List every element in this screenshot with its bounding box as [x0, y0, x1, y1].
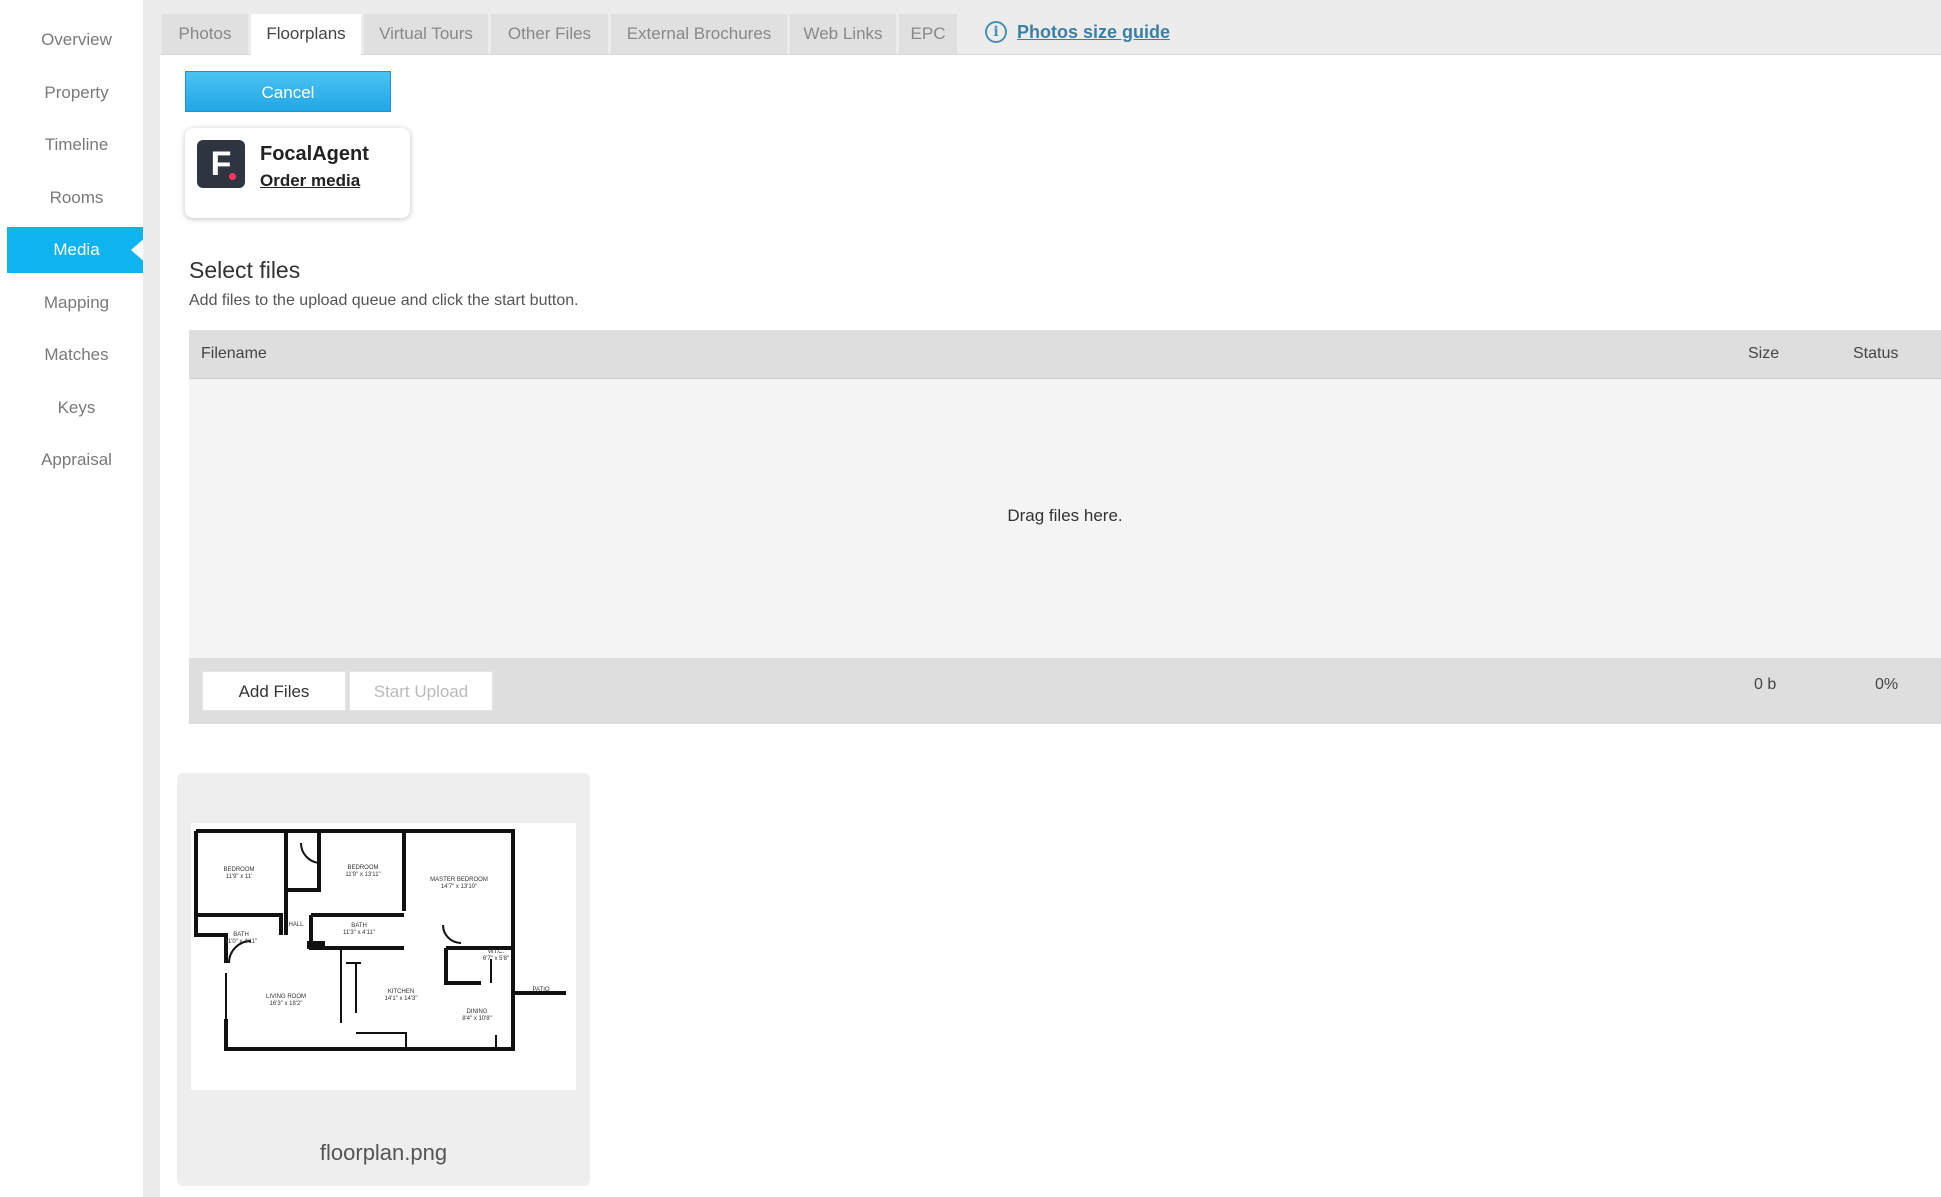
sidebar-item-appraisal[interactable]: Appraisal [7, 437, 146, 483]
room-label-patio: PATIO [532, 987, 549, 993]
sidebar-nav: Overview Property Timeline Rooms Media M… [0, 0, 147, 1197]
info-icon: i [985, 21, 1007, 43]
column-filename: Filename [201, 345, 267, 362]
sidebar-item-overview[interactable]: Overview [7, 17, 146, 63]
room-label-wic: W.I.C. [488, 949, 505, 955]
room-dim-dining: 8'4" x 10'8" [462, 1016, 492, 1022]
room-dim-bath-2: 11'0" x 4'11" [225, 939, 257, 945]
focalagent-logo-icon: F [197, 140, 245, 188]
room-label-master-bedroom: MASTER BEDROOM [430, 877, 488, 883]
photos-size-guide[interactable]: i Photos size guide [985, 18, 1170, 46]
room-label-living-room: LIVING ROOM [266, 994, 306, 1000]
total-percent: 0% [1875, 676, 1899, 693]
tab-virtual-tours[interactable]: Virtual Tours [364, 14, 488, 54]
room-label-bedroom-1: BEDROOM [223, 867, 254, 873]
focalagent-card: F FocalAgent Order media [185, 128, 410, 218]
room-dim-bedroom-1: 11'9" x 11' [226, 874, 253, 880]
upload-table-footer: Add Files Start Upload 0 b 0% [189, 658, 1941, 724]
drop-hint: Drag files here. [1007, 506, 1123, 525]
tab-photos[interactable]: Photos [162, 14, 248, 54]
tab-epc[interactable]: EPC [899, 14, 957, 54]
column-size: Size [1748, 345, 1780, 362]
start-upload-button[interactable]: Start Upload [349, 671, 493, 711]
room-dim-master-bedroom: 14'7" x 13'10" [441, 884, 477, 890]
file-dropzone[interactable]: Drag files here. [189, 379, 1941, 658]
select-files-title: Select files [189, 257, 301, 283]
room-label-dining: DINING [467, 1009, 488, 1015]
tab-web-links[interactable]: Web Links [790, 14, 896, 54]
column-status: Status [1853, 345, 1899, 362]
cancel-button[interactable]: Cancel [185, 71, 391, 112]
sidebar-item-property[interactable]: Property [7, 70, 146, 116]
room-dim-living-room: 16'3" x 18'2" [270, 1001, 303, 1007]
sidebar-item-media[interactable]: Media [7, 227, 147, 273]
room-dim-bath-1: 11'3" x 4'11" [343, 930, 375, 936]
total-size: 0 b [1754, 676, 1777, 693]
floorplan-thumbnail-card[interactable]: BEDROOM 11'9" x 11' BEDROOM 11'9" x 13'1… [177, 773, 590, 1186]
room-label-hall: HALL [288, 922, 304, 928]
sidebar-item-rooms[interactable]: Rooms [7, 175, 146, 221]
room-label-bath-2: BATH [233, 932, 249, 938]
room-label-bath-1: BATH [351, 923, 367, 929]
floorplan-drawing: BEDROOM 11'9" x 11' BEDROOM 11'9" x 13'1… [191, 823, 576, 1090]
file-name: floorplan.png [319, 1140, 448, 1165]
tab-other-files[interactable]: Other Files [491, 14, 608, 54]
room-dim-wic: 6'7" x 5'8" [483, 956, 509, 962]
photos-size-guide-link[interactable]: Photos size guide [1017, 22, 1170, 43]
sidebar-divider [143, 0, 160, 1197]
add-files-button[interactable]: Add Files [202, 671, 346, 711]
room-label-bedroom-2: BEDROOM [347, 865, 378, 871]
room-label-kitchen: KITCHEN [388, 989, 414, 995]
tab-floorplans[interactable]: Floorplans [251, 14, 361, 55]
order-media-link[interactable]: Order media [260, 171, 360, 191]
room-dim-bedroom-2: 11'9" x 13'11" [345, 872, 380, 878]
sidebar-item-timeline[interactable]: Timeline [7, 122, 146, 168]
sidebar-item-mapping[interactable]: Mapping [7, 280, 146, 326]
focalagent-name: FocalAgent [260, 143, 369, 165]
select-files-description: Add files to the upload queue and click … [189, 292, 579, 309]
upload-table-header: Filename Size Status [189, 330, 1941, 379]
room-dim-kitchen: 14'1" x 14'3" [385, 996, 418, 1002]
floorplan-image[interactable]: BEDROOM 11'9" x 11' BEDROOM 11'9" x 13'1… [191, 823, 576, 1090]
sidebar-item-matches[interactable]: Matches [7, 332, 146, 378]
sidebar-item-keys[interactable]: Keys [7, 385, 146, 431]
tab-external-brochures[interactable]: External Brochures [611, 14, 787, 54]
